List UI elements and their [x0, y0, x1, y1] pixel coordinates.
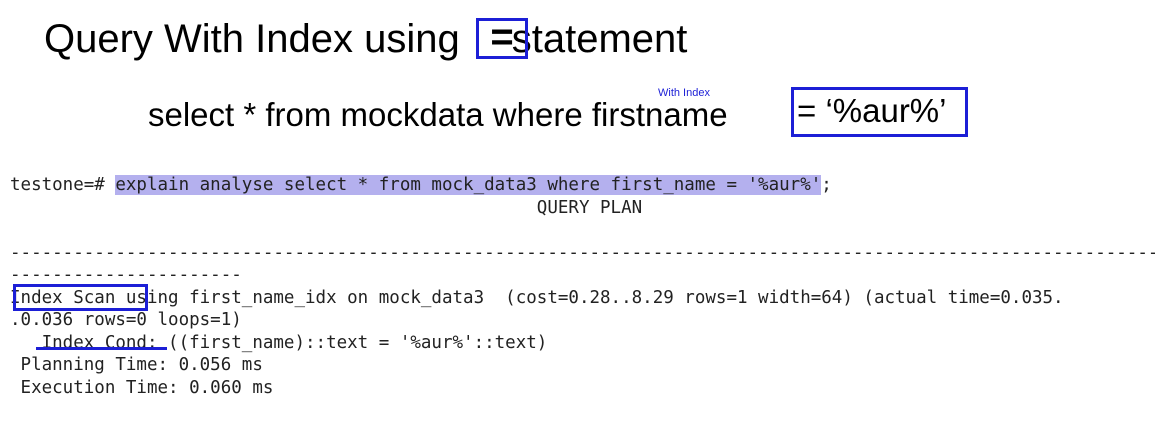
- index-cond-line: Index Cond: ((first_name)::text = '%aur%…: [10, 332, 548, 353]
- planning-time-line: Planning Time: 0.056 ms: [10, 355, 263, 375]
- command-terminator: ;: [821, 175, 832, 195]
- index-scan-line-continued: .0.036 rows=0 loops=1): [10, 310, 242, 330]
- sql-value-highlight-box: = ‘%aur%’: [791, 87, 968, 137]
- terminal-output: testone=# explain analyse select * from …: [10, 174, 1155, 399]
- example-sql-statement: select * from mockdata where firstname: [148, 96, 728, 133]
- index-scan-line: Index Scan using first_name_idx on mock_…: [10, 287, 1155, 310]
- execution-time-line: Execution Time: 0.060 ms: [10, 377, 274, 398]
- title-before: Query With Index using: [44, 17, 460, 61]
- highlighted-command: explain analyse select * from mock_data3…: [115, 175, 822, 195]
- psql-prompt: testone=#: [10, 175, 116, 195]
- separator-line-continued: ----------------------: [10, 265, 242, 285]
- equals-operator-highlight-box: =: [476, 17, 528, 59]
- index-cond-underline: [36, 347, 167, 350]
- title-after: statement: [511, 17, 688, 61]
- index-scan-details: using first_name_idx on mock_data3 (cost…: [115, 287, 1064, 308]
- query-plan-header: QUERY PLAN: [10, 197, 643, 218]
- index-scan-highlight-box: [13, 284, 148, 311]
- separator-line: ----------------------------------------…: [10, 242, 1155, 263]
- slide-title: Query With Index using statement: [44, 12, 687, 66]
- command-line: testone=# explain analyse select * from …: [10, 174, 1155, 197]
